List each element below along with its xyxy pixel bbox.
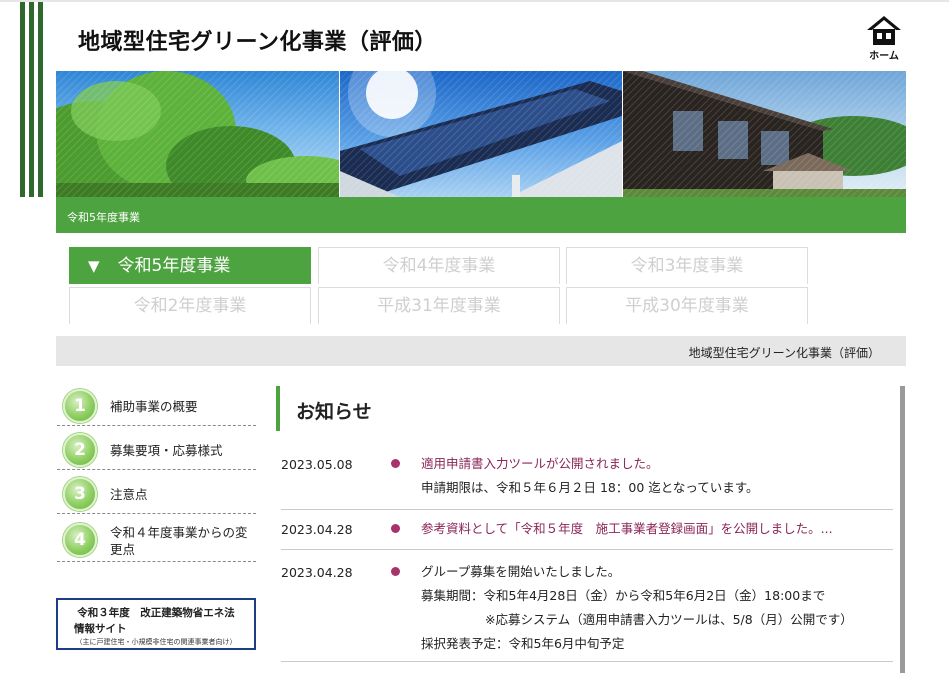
breadcrumb: 地域型住宅グリーン化事業（評価）: [56, 336, 906, 366]
decor-bar: [20, 2, 25, 197]
news-detail: ※応募システム（適用申請書入力ツールは、5/8（月）公開です）: [485, 612, 853, 627]
divider: [281, 509, 893, 510]
news-detail: 募集期間：令和5年4月28日（金）から令和5年6月2日（金）18:00まで: [421, 588, 826, 603]
divider: [281, 549, 893, 550]
top-rule: [0, 0, 949, 2]
news-date: 2023.04.28: [281, 565, 353, 580]
number-badge-icon: 2: [63, 432, 97, 467]
news-item: 2023.04.28 グループ募集を開始いたしました。 募集期間：令和5年4月2…: [281, 564, 893, 661]
tab-label: 令和5年度事業: [117, 256, 231, 276]
sidebar-item-label: 令和４年度事業からの変更点: [110, 525, 248, 557]
home-button[interactable]: ホーム: [860, 14, 908, 64]
news-heading: お知らせ: [276, 386, 900, 431]
news-detail: 採択発表予定：令和5年6月中旬予定: [421, 636, 625, 651]
news-item: 2023.05.08 適用申請書入力ツールが公開されました。 申請期限は、令和５…: [281, 456, 893, 501]
tab-label: 平成30年度事業: [625, 296, 749, 316]
news-body: 参考資料として「令和５年度 施工事業者登録画面」を公開しました。...: [421, 517, 833, 541]
news-body: 適用申請書入力ツールが公開されました。 申請期限は、令和５年６月２日 18：00…: [421, 452, 759, 500]
banner-photo-solar-roof: [340, 71, 622, 197]
tab-label: 令和3年度事業: [630, 256, 744, 276]
tab-h31[interactable]: 平成31年度事業: [318, 287, 560, 324]
sidebar-item-notes[interactable]: 3 注意点: [57, 474, 256, 514]
news-heading-text: お知らせ: [296, 401, 372, 423]
bullet-icon: [391, 567, 400, 576]
breadcrumb-current: 地域型住宅グリーン化事業（評価）: [688, 346, 880, 360]
tab-h30[interactable]: 平成30年度事業: [566, 287, 808, 324]
tab-label: 令和4年度事業: [382, 256, 496, 276]
scrollbar[interactable]: [900, 386, 905, 673]
home-label: ホーム: [869, 51, 899, 62]
sidebar-item-changes[interactable]: 4 令和４年度事業からの変更点: [57, 518, 256, 562]
tab-r5[interactable]: ▼ 令和5年度事業: [69, 247, 311, 284]
tab-label: 平成31年度事業: [377, 296, 501, 316]
sidebar-item-label: 補助事業の概要: [110, 399, 198, 414]
tab-r4[interactable]: 令和4年度事業: [318, 247, 560, 284]
number-badge-icon: 3: [63, 476, 97, 511]
banner-line: 令和３年度 改正建築物省エネ法: [77, 607, 235, 619]
news-detail: 申請期限は、令和５年６月２日 18：00 迄となっています。: [421, 480, 759, 495]
decor-bar: [29, 2, 34, 197]
news-link[interactable]: 適用申請書入力ツールが公開されました。: [421, 456, 659, 471]
banner-subline: （主に戸建住宅・小規模非住宅の関連事業者向け）: [75, 638, 237, 646]
news-text: グループ募集を開始いたしました。: [421, 564, 621, 579]
sidebar-item-guidelines[interactable]: 2 募集要項・応募様式: [57, 430, 256, 470]
home-icon: [867, 16, 901, 45]
news-date: 2023.05.08: [281, 457, 353, 472]
decor-bar: [38, 2, 43, 197]
news-link[interactable]: 参考資料として「令和５年度 施工事業者登録画面」を公開しました。...: [421, 521, 833, 536]
banner-caption: 令和5年度事業: [67, 211, 140, 224]
news-date: 2023.04.28: [281, 522, 353, 537]
banner-photo-wooden-building: [623, 71, 906, 197]
banner-photo-trees: [56, 71, 339, 197]
tab-r2[interactable]: 令和2年度事業: [69, 287, 311, 324]
energy-law-info-banner[interactable]: 令和３年度 改正建築物省エネ法 情報サイト （主に戸建住宅・小規模非住宅の関連事…: [56, 598, 256, 650]
number-badge-icon: 1: [63, 388, 97, 423]
sidebar-item-label: 注意点: [110, 487, 148, 502]
tab-r3[interactable]: 令和3年度事業: [566, 247, 808, 284]
sidebar-item-label: 募集要項・応募様式: [110, 443, 223, 458]
banner-caption-bar: 令和5年度事業: [56, 197, 906, 233]
number-badge-icon: 4: [63, 522, 97, 557]
bullet-icon: [391, 459, 400, 468]
site-title: 地域型住宅グリーン化事業（評価）: [78, 30, 437, 55]
sidebar-item-overview[interactable]: 1 補助事業の概要: [57, 386, 256, 426]
divider: [281, 661, 893, 662]
triangle-down-icon: ▼: [88, 257, 100, 275]
banner-line: 情報サイト: [74, 623, 127, 635]
tab-label: 令和2年度事業: [133, 296, 247, 316]
news-body: グループ募集を開始いたしました。 募集期間：令和5年4月28日（金）から令和5年…: [421, 560, 853, 656]
bullet-icon: [391, 524, 400, 533]
news-item: 2023.04.28 参考資料として「令和５年度 施工事業者登録画面」を公開しま…: [281, 521, 893, 546]
hero-banner: [56, 71, 906, 197]
